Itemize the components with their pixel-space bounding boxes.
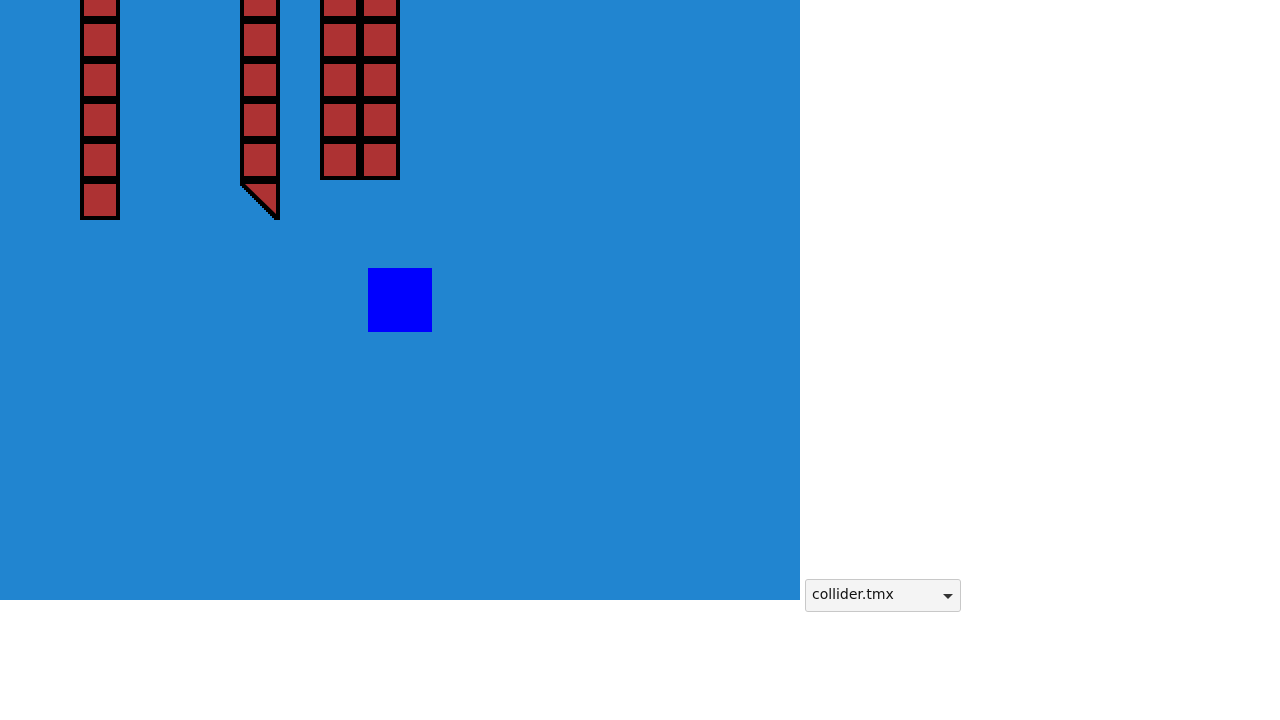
brick-tile-fill (364, 104, 396, 136)
brick-tile-fill (324, 64, 356, 96)
map-select-value: collider.tmx (812, 587, 894, 603)
chevron-down-icon (943, 594, 953, 599)
brick-tile-fill (324, 144, 356, 176)
player-block (368, 268, 432, 332)
brick-tile-fill (364, 24, 396, 56)
map-select-dropdown[interactable]: collider.tmx (805, 579, 961, 612)
brick-tile-fill (84, 104, 116, 136)
brick-tile-fill (84, 64, 116, 96)
brick-tile-fill (244, 144, 276, 176)
brick-tile-fill (244, 104, 276, 136)
brick-tile-fill (324, 24, 356, 56)
brick-tile-fill (244, 0, 276, 16)
brick-tile-fill (84, 0, 116, 16)
brick-tile-fill (364, 64, 396, 96)
game-scene (0, 0, 800, 600)
brick-tile-fill (84, 144, 116, 176)
brick-tile-fill (324, 104, 356, 136)
game-canvas[interactable] (0, 0, 800, 600)
brick-tile-fill (84, 184, 116, 216)
brick-tile-fill (244, 24, 276, 56)
brick-tile-fill (364, 0, 396, 16)
brick-tile-fill (364, 144, 396, 176)
brick-tile-fill (244, 64, 276, 96)
brick-tile-fill (84, 24, 116, 56)
brick-tile-fill (324, 0, 356, 16)
